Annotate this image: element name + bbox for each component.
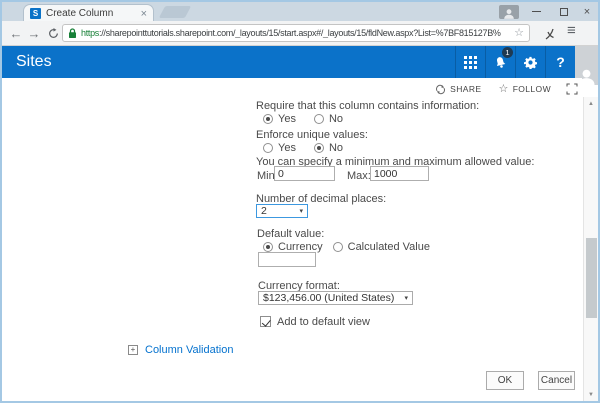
currency-format-value: $123,456.00 (United States) xyxy=(263,292,394,304)
url-rest: ://sharepointtutorials.sharepoint.com/_l… xyxy=(99,28,501,38)
share-label: SHARE xyxy=(450,84,481,94)
waffle-grid-icon xyxy=(464,56,477,69)
share-button[interactable]: SHARE xyxy=(429,84,487,95)
share-icon xyxy=(435,84,446,95)
suite-icons: 1 ? xyxy=(455,46,575,78)
unique-label: Enforce unique values: xyxy=(256,129,368,141)
dropdown-arrow-icon: ▾ xyxy=(299,207,303,215)
unique-yes-label: Yes xyxy=(278,142,296,154)
max-input[interactable] xyxy=(370,166,429,181)
browser-toolbar: ← → https://sharepointtutorials.sharepoi… xyxy=(2,21,598,46)
default-value-input[interactable] xyxy=(258,252,316,267)
tab-close-icon[interactable]: × xyxy=(141,9,147,19)
browser-window: S Create Column × × ← → http xyxy=(0,0,600,403)
scroll-up-icon[interactable]: ▲ xyxy=(584,97,598,110)
minimize-button[interactable] xyxy=(523,2,549,21)
focus-icon xyxy=(566,83,578,95)
decimals-value: 2 xyxy=(261,205,267,217)
suite-bar: Sites 1 xyxy=(2,46,598,78)
scroll-down-icon[interactable]: ▼ xyxy=(584,388,598,401)
notifications-button[interactable]: 1 xyxy=(485,46,515,78)
decimals-dropdown[interactable]: 2 ▾ xyxy=(256,204,308,218)
follow-button[interactable]: ☆ FOLLOW xyxy=(492,84,557,94)
https-padlock-icon xyxy=(68,28,77,39)
require-yes-radio[interactable] xyxy=(263,114,273,124)
cancel-button[interactable]: Cancel xyxy=(538,371,575,390)
profile-person-icon xyxy=(503,8,515,19)
sharepoint-favicon-icon: S xyxy=(30,8,41,19)
browser-tab[interactable]: S Create Column × xyxy=(23,4,154,22)
url-scheme: https xyxy=(81,28,99,38)
extension-icon[interactable] xyxy=(545,27,555,45)
tab-strip: S Create Column × × xyxy=(2,2,598,22)
unique-no-radio[interactable] xyxy=(314,143,324,153)
require-label: Require that this column contains inform… xyxy=(256,100,479,112)
default-currency-radio[interactable] xyxy=(263,242,273,252)
focus-mode-button[interactable] xyxy=(566,83,578,95)
refresh-button[interactable] xyxy=(43,21,63,45)
require-radio-group: Yes No xyxy=(263,113,343,125)
help-button[interactable]: ? xyxy=(545,46,575,78)
notification-badge: 1 xyxy=(502,47,513,58)
require-no-radio[interactable] xyxy=(314,114,324,124)
vertical-scrollbar[interactable]: ▲ ▼ xyxy=(583,97,598,401)
currency-format-dropdown[interactable]: $123,456.00 (United States) ▾ xyxy=(258,291,413,305)
url-text[interactable]: https://sharepointtutorials.sharepoint.c… xyxy=(81,28,510,38)
forward-button[interactable]: → xyxy=(24,21,44,45)
add-to-default-view-label: Add to default view xyxy=(277,316,370,328)
browser-profile-button[interactable] xyxy=(499,5,519,19)
address-bar[interactable]: https://sharepointtutorials.sharepoint.c… xyxy=(62,24,530,42)
max-label: Max: xyxy=(347,170,371,182)
min-input[interactable] xyxy=(274,166,335,181)
column-validation-link[interactable]: Column Validation xyxy=(145,344,233,356)
require-no-label: No xyxy=(329,113,343,125)
gear-icon xyxy=(524,56,537,69)
ok-button[interactable]: OK xyxy=(486,371,524,390)
browser-menu-icon[interactable]: ≡ xyxy=(567,22,576,39)
bookmark-star-icon[interactable]: ☆ xyxy=(514,28,524,38)
expand-plus-icon[interactable]: + xyxy=(128,345,138,355)
default-value-label: Default value: xyxy=(257,228,324,240)
page-command-row: SHARE ☆ FOLLOW xyxy=(2,78,582,100)
column-validation-section[interactable]: + Column Validation xyxy=(128,344,233,356)
question-mark-icon: ? xyxy=(556,54,565,70)
unique-no-label: No xyxy=(329,142,343,154)
settings-button[interactable] xyxy=(515,46,545,78)
refresh-icon xyxy=(48,28,59,39)
tab-title: Create Column xyxy=(46,8,136,19)
new-tab-button[interactable] xyxy=(159,6,191,18)
unique-yes-radio[interactable] xyxy=(263,143,273,153)
back-button[interactable]: ← xyxy=(6,21,26,45)
add-to-default-view-checkbox[interactable] xyxy=(260,316,271,327)
sites-title[interactable]: Sites xyxy=(16,46,52,78)
require-yes-label: Yes xyxy=(278,113,296,125)
window-close-button[interactable]: × xyxy=(574,2,600,21)
default-calculated-radio[interactable] xyxy=(333,242,343,252)
follow-star-icon: ☆ xyxy=(498,85,508,94)
unique-radio-group: Yes No xyxy=(263,142,343,154)
default-calculated-label: Calculated Value xyxy=(348,241,430,253)
dropdown-arrow-icon: ▾ xyxy=(404,294,408,302)
follow-label: FOLLOW xyxy=(513,84,551,94)
app-launcher-button[interactable] xyxy=(455,46,485,78)
scrollbar-thumb[interactable] xyxy=(586,238,597,318)
